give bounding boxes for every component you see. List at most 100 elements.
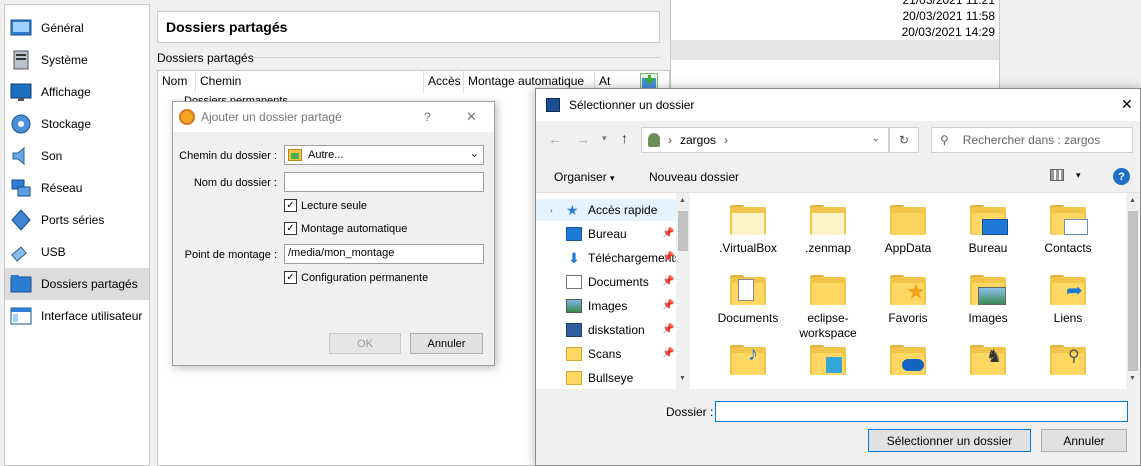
folder-item-documents[interactable]: Documents — [707, 275, 789, 345]
path-select[interactable]: Autre... ⌄ — [284, 145, 484, 165]
cancel-button[interactable]: Annuler — [410, 333, 483, 354]
sidebar-item-audio[interactable]: Son — [5, 140, 149, 172]
breadcrumb-chevron-icon[interactable]: › — [724, 133, 728, 147]
address-bar[interactable]: › zargos › ⌄ — [641, 127, 889, 153]
help-button[interactable]: ? — [424, 110, 431, 124]
tree-item-quick-access[interactable]: ★ Accès rapide — [566, 199, 676, 221]
up-arrow-icon[interactable]: ↑ — [621, 130, 628, 146]
select-folder-dialog: Sélectionner un dossier ✕ ← → ▾ ↑ › zarg… — [535, 88, 1141, 466]
folder-item-images[interactable]: Images — [947, 275, 1029, 345]
sidebar-item-network[interactable]: Réseau — [5, 172, 149, 204]
sidebar-item-general[interactable]: Général — [5, 12, 149, 44]
refresh-button[interactable]: ↻ — [889, 127, 919, 153]
path-value: Autre... — [308, 149, 344, 161]
view-chevron-icon[interactable]: ▾ — [1076, 170, 1081, 181]
folder-item-eclipse-workspace[interactable]: eclipse-workspace — [787, 275, 869, 345]
folder-icon — [890, 205, 926, 235]
folder-item-bureau[interactable]: Bureau — [947, 205, 1029, 275]
breadcrumb-separator-icon: › — [668, 133, 672, 147]
folder-item-virtualbox[interactable]: .VirtualBox — [707, 205, 789, 275]
group-label: Dossiers partagés — [157, 51, 254, 65]
readonly-checkbox[interactable]: ✓ Lecture seule — [284, 199, 367, 212]
sidebar-item-display[interactable]: Affichage — [5, 76, 149, 108]
scroll-down-icon[interactable]: ▼ — [679, 375, 686, 382]
tree-item-documents[interactable]: Documents — [566, 271, 676, 293]
usb-icon — [9, 241, 33, 263]
address-dropdown-icon[interactable]: ⌄ — [872, 133, 880, 144]
folder-item-saved-games[interactable]: ♞ — [947, 345, 1029, 389]
scroll-up-icon[interactable]: ▲ — [1129, 197, 1136, 204]
scroll-up-icon[interactable]: ▲ — [679, 197, 686, 204]
name-input[interactable] — [284, 172, 484, 192]
mountpoint-input[interactable]: /media/mon_montage — [284, 244, 484, 264]
serial-ports-icon — [9, 209, 33, 231]
shared-folders-icon — [9, 273, 33, 295]
folder-item-contacts[interactable]: Contacts — [1027, 205, 1109, 275]
checkmark-icon: ✓ — [284, 271, 297, 284]
sidebar-item-shared-folders[interactable]: Dossiers partagés — [5, 268, 149, 300]
pin-icon[interactable]: 📌 — [662, 348, 674, 359]
organize-menu[interactable]: Organiser ▾ — [554, 170, 615, 184]
new-folder-button[interactable]: Nouveau dossier — [649, 170, 739, 184]
folder-item-searches[interactable]: ⚲ — [1027, 345, 1109, 389]
folder-input[interactable] — [715, 401, 1128, 422]
pin-icon[interactable]: 📌 — [662, 228, 674, 239]
scroll-thumb[interactable] — [1128, 211, 1138, 371]
folder-item-music[interactable]: ♪ — [707, 344, 789, 389]
pin-icon[interactable]: 📌 — [662, 324, 674, 335]
column-header-access[interactable]: Accès — [424, 71, 464, 93]
tree-item-diskstation[interactable]: diskstation — [566, 319, 676, 341]
folder-item-label: Images — [968, 311, 1008, 325]
command-bar: Organiser ▾ Nouveau dossier ▾ ? — [536, 161, 1140, 193]
search-input[interactable]: ⚲ Rechercher dans : zargos — [931, 127, 1133, 153]
sidebar-item-serial-ports[interactable]: Ports séries — [5, 204, 149, 236]
folder-grid: .VirtualBox .zenmap AppData Bureau Conta… — [691, 193, 1126, 389]
search-placeholder: Rechercher dans : zargos — [962, 133, 1101, 147]
help-button[interactable]: ? — [1113, 168, 1130, 185]
folder-item-label: Favoris — [888, 311, 928, 325]
permanent-checkbox[interactable]: ✓ Configuration permanente — [284, 271, 428, 284]
folder-item-zenmap[interactable]: .zenmap — [787, 205, 869, 275]
sidebar-item-label: Réseau — [41, 181, 83, 195]
pin-icon[interactable]: 📌 — [662, 252, 674, 263]
general-icon — [9, 17, 33, 39]
tree-item-images[interactable]: Images — [566, 295, 676, 317]
settings-sidebar: Général Système Affichage Stockage Son R… — [4, 4, 150, 466]
scroll-down-icon[interactable]: ▼ — [1129, 375, 1136, 382]
path-label: Chemin du dossier : — [179, 150, 277, 162]
recent-chevron-icon[interactable]: ▾ — [602, 133, 607, 144]
tree-scrollbar[interactable]: ▲ ▼ — [676, 193, 690, 389]
tree-item-downloads[interactable]: ⬇ Téléchargements — [566, 247, 676, 269]
scroll-thumb[interactable] — [678, 211, 688, 251]
sidebar-item-system[interactable]: Système — [5, 44, 149, 76]
forward-arrow-icon[interactable]: → — [576, 131, 590, 147]
sidebar-item-storage[interactable]: Stockage — [5, 108, 149, 140]
folder-item-liens[interactable]: ➦ Liens — [1027, 275, 1109, 345]
sidebar-item-usb[interactable]: USB — [5, 236, 149, 268]
sidebar-item-user-interface[interactable]: Interface utilisateur — [5, 300, 149, 332]
select-folder-button[interactable]: Sélectionner un dossier — [868, 429, 1031, 452]
automount-checkbox[interactable]: ✓ Montage automatique — [284, 222, 407, 235]
tree-item-bullseye[interactable]: Bullseye — [566, 367, 676, 389]
grid-scrollbar[interactable]: ▲ ▼ — [1126, 193, 1140, 389]
contacts-folder-icon — [1050, 205, 1088, 235]
folder-item-favoris[interactable]: ★ Favoris — [867, 275, 949, 345]
view-options-icon[interactable] — [1050, 169, 1064, 181]
pin-icon[interactable]: 📌 — [662, 300, 674, 311]
column-header-name[interactable]: Nom — [158, 71, 196, 93]
folder-item-onedrive[interactable] — [867, 345, 949, 389]
breadcrumb-zargos[interactable]: zargos — [680, 133, 716, 147]
close-button[interactable]: ✕ — [1121, 96, 1133, 113]
ok-button[interactable]: OK — [329, 333, 401, 354]
tree-item-desktop[interactable]: Bureau — [566, 223, 676, 245]
cancel-button[interactable]: Annuler — [1041, 429, 1127, 452]
back-arrow-icon[interactable]: ← — [548, 131, 562, 147]
navigation-bar: ← → ▾ ↑ › zargos › ⌄ ↻ ⚲ Rechercher dans… — [536, 121, 1140, 161]
pin-icon[interactable]: 📌 — [662, 276, 674, 287]
expand-chevron-icon[interactable]: › — [550, 206, 553, 215]
close-button[interactable]: ✕ — [466, 109, 477, 125]
column-header-path[interactable]: Chemin — [196, 71, 424, 93]
tree-item-scans[interactable]: Scans — [566, 343, 676, 365]
folder-item-appdata[interactable]: AppData — [867, 205, 949, 275]
folder-item-3d-objects[interactable] — [787, 345, 869, 389]
